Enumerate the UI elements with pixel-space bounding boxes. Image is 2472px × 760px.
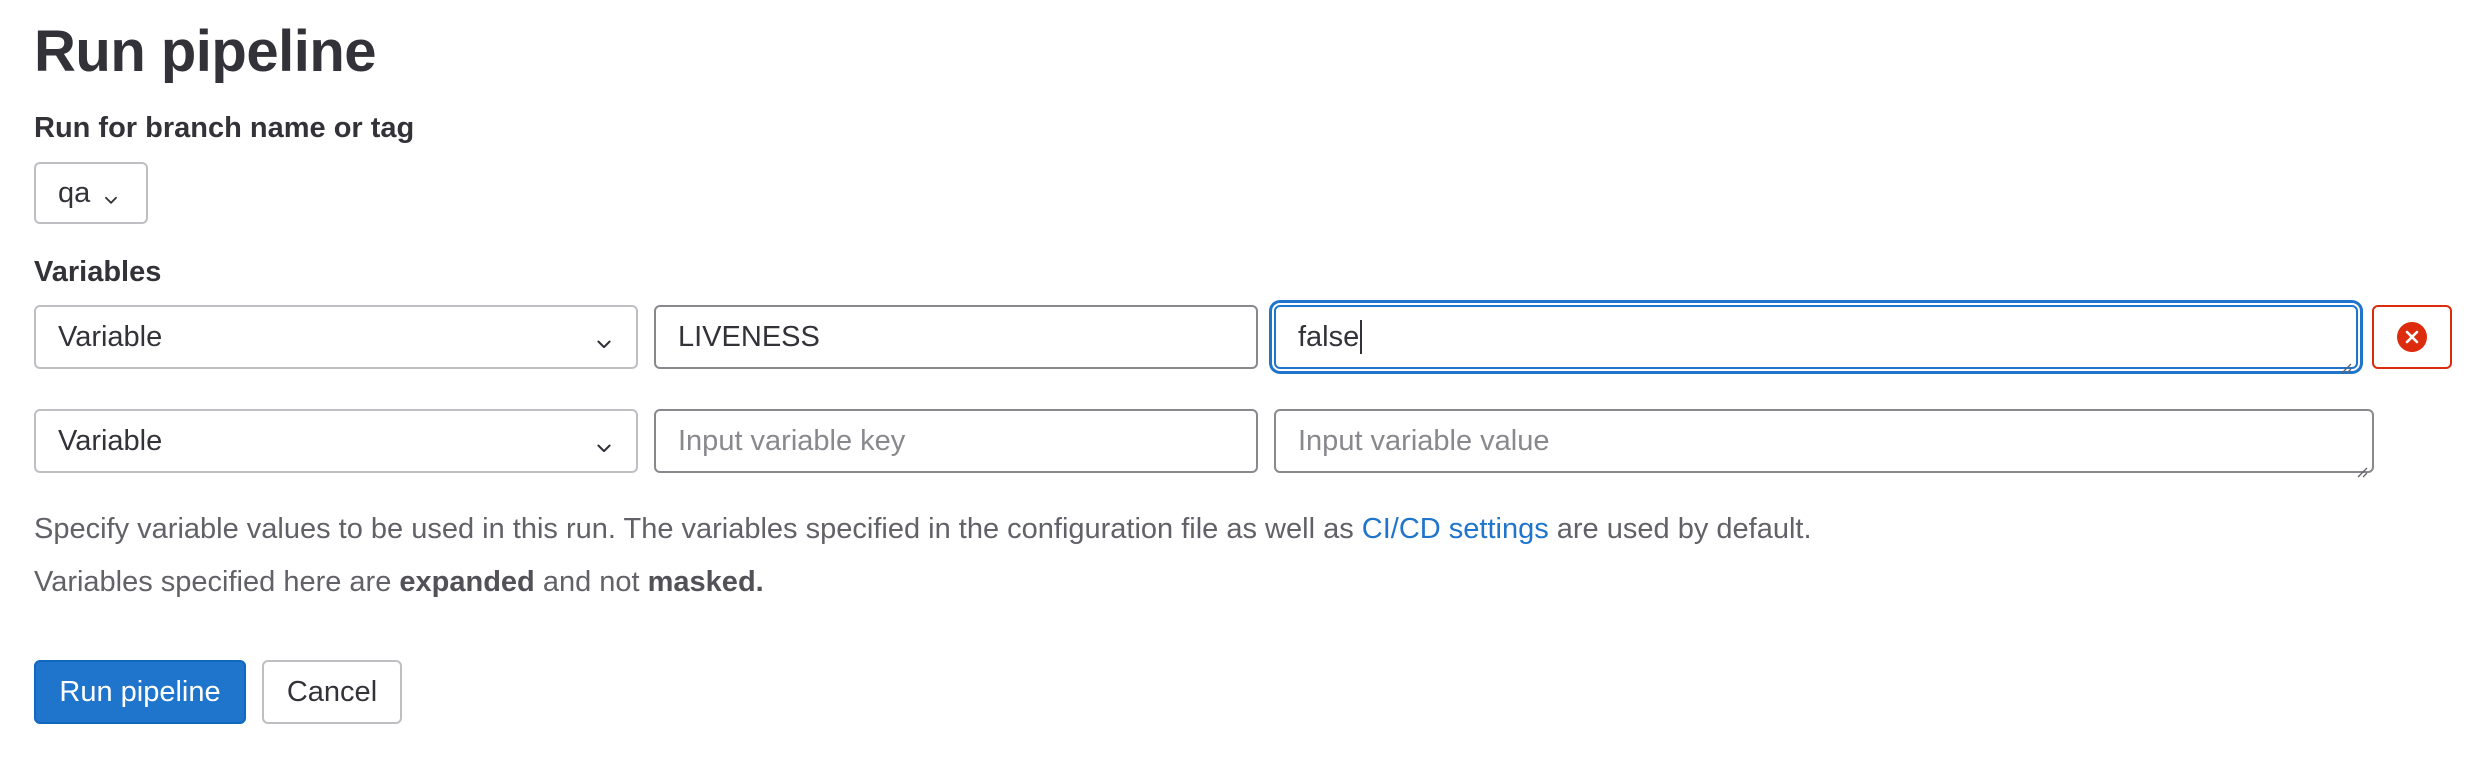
variable-type-select[interactable]: Variable <box>34 305 638 369</box>
variable-value-input[interactable]: false <box>1274 305 2358 374</box>
variable-value-input[interactable]: Input variable value <box>1274 409 2374 478</box>
expanded-emphasis: expanded <box>399 566 535 598</box>
branch-dropdown-value: qa <box>58 176 91 209</box>
remove-icon <box>2397 322 2427 352</box>
chevron-down-icon <box>594 433 614 453</box>
help-text-segment: and not <box>534 566 648 598</box>
variable-value-text: false <box>1298 320 1360 353</box>
help-text-segment: Specify variable values to be used in th… <box>34 513 1362 545</box>
variable-key-input[interactable] <box>654 305 1258 369</box>
text-caret <box>1360 320 1363 354</box>
masked-emphasis: masked. <box>647 566 764 598</box>
help-text-segment: Variables specified here are <box>34 566 400 598</box>
branch-dropdown[interactable]: qa <box>34 162 148 224</box>
chevron-down-icon <box>594 329 614 349</box>
variables-label: Variables <box>34 256 162 288</box>
variable-type-select[interactable]: Variable <box>34 409 638 473</box>
run-pipeline-button[interactable]: Run pipeline <box>34 660 246 724</box>
variables-help-text: Specify variable values to be used in th… <box>34 511 1812 547</box>
variables-expansion-note: Variables specified here are expanded an… <box>34 564 764 600</box>
variable-value-placeholder: Input variable value <box>1298 424 1550 457</box>
cancel-button[interactable]: Cancel <box>262 660 402 724</box>
page-title: Run pipeline <box>34 19 377 84</box>
variable-type-value: Variable <box>58 424 163 457</box>
variable-type-value: Variable <box>58 320 163 353</box>
cicd-settings-link[interactable]: CI/CD settings <box>1362 513 1549 545</box>
remove-variable-button[interactable] <box>2372 305 2452 369</box>
resize-grip-icon[interactable] <box>2338 349 2352 374</box>
branch-label: Run for branch name or tag <box>34 112 415 144</box>
variable-key-input[interactable] <box>654 409 1258 473</box>
chevron-down-icon <box>102 184 120 204</box>
help-text-segment: are used by default. <box>1548 513 1812 545</box>
resize-grip-icon[interactable] <box>2354 453 2368 478</box>
